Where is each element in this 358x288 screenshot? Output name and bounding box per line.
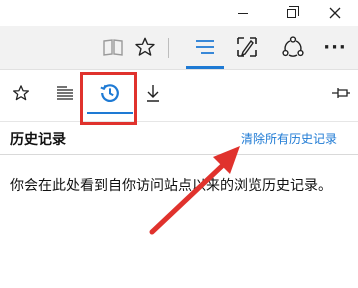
restore-button[interactable] <box>266 0 316 26</box>
web-note-button[interactable] <box>232 32 262 62</box>
hub-button[interactable] <box>190 32 220 62</box>
browser-toolbar: ··· <box>0 26 358 70</box>
toolbar-separator <box>168 38 169 58</box>
favorites-tab[interactable] <box>6 78 36 108</box>
add-favorite-button[interactable] <box>130 32 160 62</box>
close-button[interactable] <box>310 0 358 26</box>
window-titlebar <box>0 0 358 26</box>
panel-title: 历史记录 <box>10 132 66 148</box>
favorite-star-icon <box>135 37 155 56</box>
reading-list-icon <box>57 86 73 100</box>
clear-all-history-link[interactable]: 清除所有历史记录 <box>241 130 337 147</box>
panel-divider <box>0 154 358 155</box>
minimize-button[interactable] <box>218 0 268 26</box>
history-tab-highlight-box <box>80 72 137 125</box>
share-icon <box>282 36 304 57</box>
more-button[interactable]: ··· <box>320 32 350 62</box>
hub-tabs <box>0 70 358 122</box>
downloads-tab[interactable] <box>138 78 168 108</box>
favorites-star-icon <box>13 85 29 101</box>
download-arrow-icon <box>147 85 159 102</box>
minimize-icon <box>238 12 248 14</box>
reading-view-button[interactable] <box>98 32 128 62</box>
web-note-icon <box>237 37 257 57</box>
empty-history-message: 你会在此处看到自你访问站点以来的浏览历史记录。 <box>10 178 332 194</box>
hub-active-indicator <box>186 66 224 69</box>
reading-list-tab[interactable] <box>50 78 80 108</box>
hub-icon <box>196 40 214 54</box>
reading-view-icon <box>103 39 123 56</box>
more-icon: ··· <box>323 36 347 58</box>
close-icon <box>329 7 341 19</box>
pin-pane-button[interactable] <box>326 78 356 108</box>
pin-icon <box>332 88 350 98</box>
share-button[interactable] <box>278 32 308 62</box>
restore-icon <box>286 5 299 18</box>
